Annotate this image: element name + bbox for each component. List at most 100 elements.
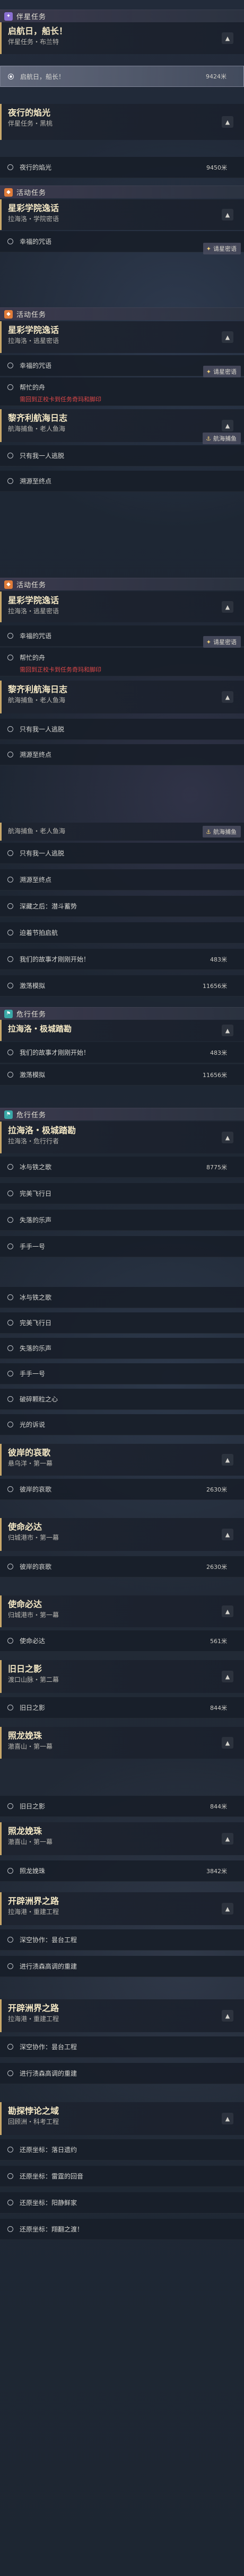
quest-row[interactable]: 迫着节拍启航 — [0, 922, 244, 943]
radio-icon — [7, 2200, 13, 2206]
chevron-up-icon[interactable]: ▲ — [222, 2010, 233, 2022]
quest-row[interactable]: 深空协作：昙台工程 — [0, 2036, 244, 2058]
chevron-up-icon[interactable]: ▲ — [222, 1454, 233, 1466]
quest-row[interactable]: 深空协作：昙台工程 — [0, 1929, 244, 1951]
quest-row[interactable]: 照龙娩珠 3842米 — [0, 1860, 244, 1882]
quest-row[interactable]: 旧日之影 844米 — [0, 1697, 244, 1718]
quest-row-selected[interactable]: 启航日，船长！ 9424米 — [0, 66, 244, 87]
chevron-up-icon[interactable]: ▲ — [222, 116, 233, 128]
quest-row[interactable]: 失落的乐声 — [0, 1210, 244, 1231]
quest-row-with-warning[interactable]: 帮忙的舟 需回到正校卡到任务奇玛和脚印 — [0, 648, 244, 676]
chevron-up-icon[interactable]: ▲ — [222, 331, 233, 343]
quest-group-header[interactable]: 启航日，船长！ 伴星任务・布兰特 ▲ — [0, 22, 244, 54]
chevron-up-icon[interactable]: ▲ — [222, 691, 233, 703]
quest-row[interactable]: 只有我一人逃脱 — [0, 445, 244, 466]
quest-row[interactable]: 还原坐标：翔翻之渡！ — [0, 2219, 244, 2240]
quest-row[interactable]: 溯源至终点 — [0, 471, 244, 492]
radio-icon — [7, 1320, 13, 1326]
companion-icon: ✦ — [4, 12, 13, 21]
quest-row[interactable]: 彼岸的哀歌 2630米 — [0, 1479, 244, 1500]
category-header-danger[interactable]: ⚑ 危行任务 — [0, 1108, 244, 1121]
distance-value: 844米 — [210, 1704, 227, 1712]
quest-row[interactable]: 彼岸的哀歌 2630米 — [0, 1556, 244, 1577]
category-header-danger[interactable]: ⚑ 危行任务 — [0, 1007, 244, 1020]
category-header-companion[interactable]: ✦ 伴星任务 — [0, 10, 244, 22]
chevron-up-icon[interactable]: ▲ — [222, 1833, 233, 1845]
quest-row[interactable]: 深藏之后：潜斗蓄势 — [0, 896, 244, 917]
chevron-up-icon[interactable]: ▲ — [222, 32, 233, 44]
quest-row[interactable]: 还原坐标：雷霆的回音 — [0, 2166, 244, 2187]
quest-row[interactable]: 进行渍森高调的重建 — [0, 1956, 244, 1977]
quest-group-header[interactable]: 拉海洛・极城踏勘 ▲ — [0, 1020, 244, 1041]
quest-group-subtitle: 拉海港・重建工程 — [8, 2015, 59, 2023]
chevron-up-icon[interactable]: ▲ — [222, 1132, 233, 1143]
quest-row[interactable]: 还原坐标：阳静鲜家 — [0, 2192, 244, 2213]
quest-group-header[interactable]: 彼岸的哀歌 悬乌洋・第一幕 ▲ — [0, 1444, 244, 1476]
chevron-up-icon[interactable]: ▲ — [222, 1529, 233, 1540]
quest-group-header[interactable]: 拉海洛・极城踏勘 拉海洛・危行行者 ▲ — [0, 1122, 244, 1153]
quest-row-label: 失落的乐声 — [20, 1345, 52, 1352]
quest-group-header[interactable]: 黎齐利航海日志 航海捕鱼・老人鱼海 ▲ ⚓ 航海捕鱼 — [0, 409, 244, 444]
quest-group-header[interactable]: 星彩学院逸话 拉海洛・逃星密语 ▲ — [0, 321, 244, 353]
quest-group-header[interactable]: 照龙娩珠 澈喜山・第一幕 ▲ — [0, 1727, 244, 1759]
chevron-up-icon[interactable]: ▲ — [222, 1025, 233, 1036]
quest-row[interactable]: 光的诉说 — [0, 1414, 244, 1435]
quest-row[interactable]: 我们的故事才刚刚开始！ 483米 — [0, 949, 244, 970]
quest-group-header[interactable]: 开辟洲界之路 拉海港・重建工程 ▲ — [0, 1999, 244, 2032]
quest-row[interactable]: 旧日之影 844米 — [0, 1796, 244, 1817]
chevron-up-icon[interactable]: ▲ — [222, 1737, 233, 1749]
quest-group-header[interactable]: 航海捕鱼・老人鱼海 ⚓ 航海捕鱼 — [0, 823, 244, 841]
quest-group-title: 星彩学院逸话 — [8, 595, 59, 605]
chevron-up-icon[interactable]: ▲ — [222, 601, 233, 613]
quest-group-header[interactable]: 星彩学院逸话 拉海洛・逃星密语 ▲ — [0, 592, 244, 622]
quest-row[interactable]: 手手一号 — [0, 1363, 244, 1384]
quest-group-header[interactable]: 旧日之影 渡口山脉・第二幕 ▲ — [0, 1660, 244, 1693]
chevron-up-icon[interactable]: ▲ — [222, 209, 233, 220]
chevron-up-icon[interactable]: ▲ — [222, 1671, 233, 1682]
quest-group-header[interactable]: 照龙娩珠 澈喜山・第一幕 ▲ — [0, 1822, 244, 1855]
quest-row[interactable]: 完美飞行日 — [0, 1183, 244, 1204]
radio-icon — [7, 363, 13, 368]
quest-group-subtitle: 拉海港・重建工程 — [8, 1908, 59, 1916]
quest-row[interactable]: 破碎颗粒之心 — [0, 1389, 244, 1410]
quest-group-header[interactable]: 使命必达 归城港市・第一幕 ▲ — [0, 1595, 244, 1627]
quest-row[interactable]: 我们的故事才刚刚开始！ 483米 — [0, 1042, 244, 1063]
quest-row[interactable]: 失落的乐声 — [0, 1338, 244, 1359]
category-header-event[interactable]: ◆ 活动任务 — [0, 578, 244, 590]
event-icon: ◆ — [4, 310, 13, 319]
quest-row[interactable]: 还原坐标：落日遗约 — [0, 2139, 244, 2160]
quest-row[interactable]: 冰与铁之歌 8775米 — [0, 1157, 244, 1178]
quest-group-header[interactable]: 黎齐利航海日志 航海捕鱼・老人鱼海 ▲ — [0, 681, 244, 713]
quest-row[interactable]: 溯源至终点 — [0, 744, 244, 765]
quest-group-header[interactable]: 勘探悖论之域 回顾洲・科考工程 ▲ — [0, 2102, 244, 2135]
quest-row[interactable]: 冰与铁之歌 — [0, 1287, 244, 1308]
category-header-event[interactable]: ◆ 活动任务 — [0, 186, 244, 198]
quest-group-header[interactable]: 夜行的焰光 伴星任务・黑桃 ▲ — [0, 104, 244, 140]
quest-group-header[interactable]: 星彩学院逸话 拉海洛・学院密语 ▲ — [0, 199, 244, 230]
category-header-event[interactable]: ◆ 活动任务 — [0, 307, 244, 320]
quest-row-label: 彼岸的哀歌 — [20, 1486, 52, 1493]
quest-row[interactable]: 幸福的咒语 ✦ 请星密语 — [0, 231, 244, 254]
quest-row[interactable]: 完美飞行日 — [0, 1312, 244, 1334]
category-label: 危行任务 — [16, 1011, 47, 1019]
quest-row[interactable]: 只有我一人逃脱 — [0, 843, 244, 864]
quest-row[interactable]: 只有我一人逃脱 — [0, 719, 244, 740]
quest-row-label: 深藏之后：潜斗蓄势 — [20, 903, 77, 910]
quest-row[interactable]: 激荡模拟 11656米 — [0, 1064, 244, 1086]
quest-group-header[interactable]: 开辟洲界之路 拉海港・重建工程 ▲ — [0, 1892, 244, 1925]
quest-row[interactable]: 手手一号 — [0, 1236, 244, 1257]
chevron-up-icon[interactable]: ▲ — [222, 2113, 233, 2124]
chevron-up-icon[interactable]: ▲ — [222, 420, 233, 431]
quest-row[interactable]: 幸福的咒语 ✦ 请星密语 — [0, 625, 244, 648]
quest-row[interactable]: 幸福的咒语 ✦ 请星密语 — [0, 355, 244, 377]
quest-row[interactable]: 溯源至终点 — [0, 869, 244, 890]
quest-row[interactable]: 夜行的焰光 9450米 — [0, 157, 244, 178]
chevron-up-icon[interactable]: ▲ — [222, 1903, 233, 1915]
quest-row[interactable]: 进行渍森高调的重建 — [0, 2063, 244, 2084]
quest-row[interactable]: 使命必达 561米 — [0, 1630, 244, 1652]
chevron-up-icon[interactable]: ▲ — [222, 1605, 233, 1617]
quest-row-with-warning[interactable]: 帮忙的舟 需回到正校卡到任务奇玛和脚印 — [0, 377, 244, 406]
quest-row[interactable]: 激荡模拟 11656米 — [0, 975, 244, 996]
quest-group-header[interactable]: 使命必达 归城港市・第一幕 ▲ — [0, 1518, 244, 1551]
quest-row-label: 只有我一人逃脱 — [20, 452, 65, 460]
